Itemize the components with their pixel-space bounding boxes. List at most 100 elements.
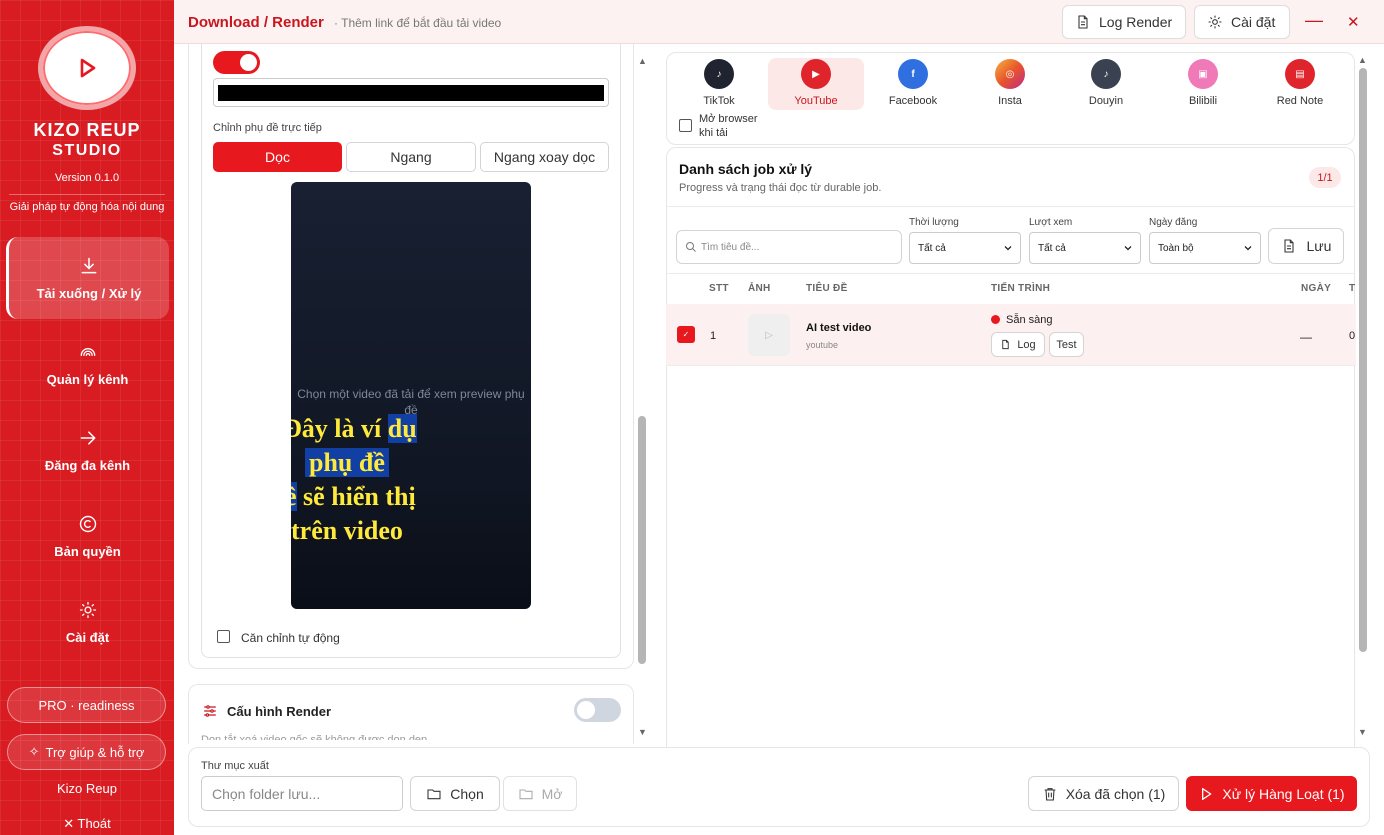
- column-header: TIÊU ĐỀ: [806, 283, 848, 294]
- save-filter-button[interactable]: Lưu: [1268, 228, 1344, 264]
- jobs-title: Danh sách job xử lý: [679, 161, 813, 177]
- live-subtitle-label: Chỉnh phụ đề trực tiếp: [213, 122, 322, 134]
- platform-instagram[interactable]: ◎ Insta: [962, 58, 1058, 110]
- platform-youtube[interactable]: ▶ YouTube: [768, 58, 864, 110]
- process-label: Xử lý Hàng Loạt (1): [1222, 785, 1345, 802]
- views-select[interactable]: Tất cả: [1029, 232, 1141, 264]
- date-select[interactable]: Toàn bộ: [1149, 232, 1261, 264]
- row-extra: 0: [1349, 330, 1356, 342]
- folder-icon: [427, 788, 441, 799]
- scroll-up-arrow[interactable]: ▲: [638, 56, 647, 66]
- close-window-button[interactable]: ✕: [1347, 13, 1360, 31]
- orientation-rotated-button[interactable]: Ngang xoay dọc: [480, 142, 609, 172]
- pro-label: PRO · readiness: [38, 697, 135, 713]
- sun-gear-icon: [79, 601, 96, 618]
- output-folder-input[interactable]: Chọn folder lưu...: [201, 776, 403, 811]
- sliders-icon: [204, 705, 216, 717]
- nav-channel-management[interactable]: Quản lý kênh: [6, 323, 169, 405]
- scroll-down-arrow[interactable]: ▼: [638, 727, 647, 737]
- nav-download-process[interactable]: Tải xuống / Xử lý: [6, 237, 169, 319]
- platform-label: Bilibili: [1188, 95, 1218, 107]
- play-icon: ▷: [765, 329, 773, 341]
- open-folder-button[interactable]: Mở: [503, 776, 577, 811]
- help-support-button[interactable]: ✧ Trợ giúp & hỗ trợ: [7, 734, 166, 770]
- select-value: Toàn bộ: [1158, 242, 1194, 254]
- platform-bilibili[interactable]: ▣ Bilibili: [1155, 58, 1251, 110]
- delete-selected-button[interactable]: Xóa đã chọn (1): [1028, 776, 1179, 811]
- nav-label: Đăng đa kênh: [44, 457, 131, 473]
- right-scrollbar-thumb[interactable]: [1359, 68, 1367, 652]
- nav-settings[interactable]: Cài đặt: [6, 581, 169, 663]
- open-browser-label: Mở browser khi tải: [699, 113, 758, 139]
- facebook-icon: f: [898, 59, 928, 89]
- document-icon: [1078, 15, 1088, 29]
- column-header: TIẾN TRÌNH: [991, 283, 1051, 294]
- search-placeholder: Tìm tiêu đề...: [701, 241, 760, 253]
- text-input-field[interactable]: [213, 78, 609, 107]
- render-config-toggle[interactable]: [574, 698, 621, 722]
- bilibili-icon: ▣: [1188, 59, 1218, 89]
- platform-rednote[interactable]: ▤ Red Note: [1252, 58, 1348, 110]
- subtitle-line[interactable]: phụ đề: [305, 448, 389, 478]
- platform-label: Douyin: [1088, 95, 1124, 107]
- open-label: Mở: [541, 785, 563, 802]
- orientation-vertical-button[interactable]: Dọc: [213, 142, 342, 172]
- logout-button[interactable]: ✕ Thoát: [0, 816, 174, 832]
- feature-toggle[interactable]: [213, 51, 260, 74]
- minimize-button[interactable]: —: [1305, 10, 1323, 31]
- app-version: Version 0.1.0: [54, 172, 120, 184]
- settings-button[interactable]: Cài đặt: [1194, 5, 1290, 39]
- subtitle-preview[interactable]: Chọn một video đã tải để xem preview phụ…: [291, 182, 531, 609]
- app-tagline: Giải pháp tự động hóa nội dung: [9, 201, 165, 213]
- brand-studio: STUDIO: [52, 142, 122, 159]
- subtitle-line[interactable]: trên video: [291, 516, 403, 546]
- broadcast-icon: [80, 347, 95, 356]
- column-header: T: [1349, 283, 1356, 294]
- platform-label: YouTube: [794, 95, 838, 107]
- left-scrollbar-thumb[interactable]: [638, 416, 646, 664]
- nav-multi-post[interactable]: Đăng đa kênh: [6, 409, 169, 491]
- test-button[interactable]: Test: [1049, 332, 1084, 357]
- subtitle-highlight: phụ đề: [305, 448, 389, 477]
- pro-readiness-button[interactable]: PRO · readiness: [7, 687, 166, 723]
- status-text: Sẵn sàng: [1006, 314, 1053, 326]
- duration-select[interactable]: Tất cả: [909, 232, 1021, 264]
- render-config-title: Cấu hình Render: [227, 704, 332, 719]
- page-badge: 1/1: [1309, 167, 1341, 188]
- copyright-icon: [79, 515, 96, 532]
- orientation-horizontal-button[interactable]: Ngang: [346, 142, 476, 172]
- open-browser-checkbox[interactable]: [679, 119, 692, 132]
- select-value: Tất cả: [1038, 242, 1066, 254]
- log-label: Log: [1017, 338, 1036, 351]
- choose-folder-button[interactable]: Chọn: [410, 776, 500, 811]
- chevron-down-icon: [1004, 246, 1012, 251]
- scroll-down-arrow[interactable]: ▼: [1358, 727, 1367, 737]
- search-icon: [686, 242, 696, 252]
- log-render-button[interactable]: Log Render: [1062, 5, 1186, 39]
- subtitle-text: sẽ hiển thị: [303, 482, 416, 511]
- subtitle-highlight: ề: [291, 482, 297, 511]
- status-dot: [991, 315, 1000, 324]
- platform-facebook[interactable]: f Facebook: [865, 58, 961, 110]
- scroll-up-arrow[interactable]: ▲: [1358, 55, 1367, 65]
- filter-label: Thời lượng: [909, 217, 959, 228]
- page-subtitle: · Thêm link để bắt đầu tải video: [334, 16, 502, 30]
- subtitle-line[interactable]: Đây là ví dụ: [291, 414, 417, 444]
- filter-label: Lượt xem: [1029, 217, 1073, 228]
- row-date: —: [1300, 330, 1312, 344]
- batch-process-button[interactable]: Xử lý Hàng Loạt (1): [1186, 776, 1357, 811]
- youtube-icon: ▶: [801, 59, 831, 89]
- platform-tiktok[interactable]: ♪ TikTok: [671, 58, 767, 110]
- top-header: Download / Render · Thêm link để bắt đầu…: [174, 0, 1384, 44]
- subtitle-line[interactable]: ề sẽ hiển thị: [291, 482, 416, 512]
- log-button[interactable]: Log: [991, 332, 1045, 357]
- auto-align-checkbox[interactable]: [217, 630, 230, 643]
- arrow-right-icon: [80, 430, 96, 445]
- nav-copyright[interactable]: Bản quyền: [6, 495, 169, 577]
- document-icon: [1002, 339, 1010, 350]
- platform-douyin[interactable]: ♪ Douyin: [1058, 58, 1154, 110]
- jobs-subtitle: Progress và trạng thái đọc từ durable jo…: [679, 182, 882, 194]
- row-checkbox[interactable]: ✓: [677, 326, 695, 343]
- nav-label: Quản lý kênh: [46, 371, 129, 387]
- search-input[interactable]: Tìm tiêu đề...: [676, 230, 902, 264]
